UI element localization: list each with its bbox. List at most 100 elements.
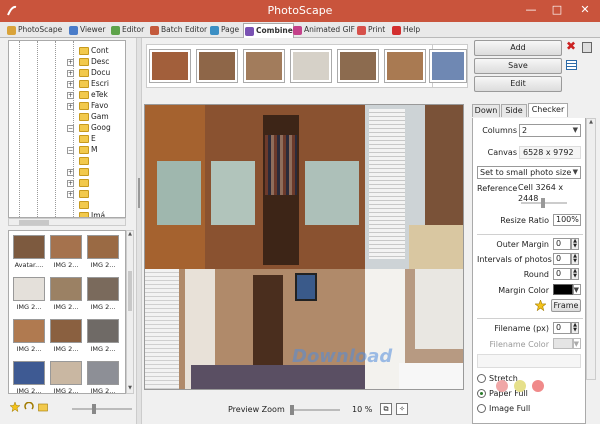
tab-editor[interactable]: Editor xyxy=(110,23,144,38)
tree-expander-icon[interactable]: + xyxy=(67,180,74,187)
resize-ratio-field[interactable]: 100% xyxy=(553,214,581,226)
selected-photos-strip[interactable] xyxy=(146,44,466,88)
tab-down[interactable]: Down xyxy=(472,104,500,117)
minimize-button[interactable]: — xyxy=(518,0,544,20)
tree-horizontal-scrollbar[interactable] xyxy=(8,218,126,226)
intervals-field[interactable]: 0 xyxy=(553,253,571,265)
folder-photo-icon[interactable] xyxy=(38,402,48,412)
tab-combine[interactable]: Combine xyxy=(243,23,294,38)
margin-color-dropdown[interactable]: ▼ xyxy=(573,284,581,295)
scrollbar-thumb[interactable] xyxy=(19,220,49,225)
tab-help[interactable]: Help xyxy=(391,23,420,38)
thumbnail-item[interactable]: IMG 2... xyxy=(48,359,84,393)
image-full-radio[interactable] xyxy=(477,404,486,413)
save-button[interactable]: Save xyxy=(474,58,562,74)
stretch-radio[interactable] xyxy=(477,374,486,383)
tab-photoscape[interactable]: PhotoScape xyxy=(6,23,62,38)
full-size-icon[interactable]: ✧ xyxy=(396,403,408,415)
filename-size-field[interactable]: 0 xyxy=(553,322,571,334)
splitter-grip[interactable] xyxy=(138,178,140,208)
strip-photo-image xyxy=(152,52,188,80)
add-button[interactable]: Add xyxy=(474,40,562,56)
combined-photo[interactable] xyxy=(365,269,463,389)
tree-expander-icon[interactable]: − xyxy=(67,125,74,132)
watermark-dot xyxy=(496,380,508,392)
thumbnail-item[interactable]: IMG 2... xyxy=(48,317,84,357)
columns-select[interactable]: 2 ▼ xyxy=(519,124,581,137)
tab-page[interactable]: Page xyxy=(209,23,239,38)
maximize-button[interactable]: □ xyxy=(544,0,570,20)
tree-expander-icon[interactable]: + xyxy=(67,92,74,99)
tab-print[interactable]: Print xyxy=(356,23,385,38)
settings-scrollbar[interactable]: ▲ xyxy=(586,118,596,380)
frame-button[interactable]: Frame xyxy=(551,299,581,312)
outer-margin-stepper[interactable]: ▲ ▼ xyxy=(571,238,579,250)
combined-photo[interactable] xyxy=(145,269,365,389)
preview-zoom-slider[interactable] xyxy=(290,405,340,415)
filename-color-swatch[interactable] xyxy=(553,338,573,349)
thumbnail-scrollbar[interactable]: ▲ ▼ xyxy=(126,230,134,394)
filename-color-dropdown[interactable]: ▼ xyxy=(573,338,581,349)
strip-photo[interactable] xyxy=(429,49,467,83)
folder-tree[interactable]: Cont + Desc + Docu + Escri + eTek + Favo Gam − Goog E −… xyxy=(8,40,126,218)
tree-expander-icon[interactable]: + xyxy=(67,103,74,110)
combined-photo[interactable] xyxy=(365,105,463,269)
thumbnail-item[interactable]: Avatar.... xyxy=(11,233,47,273)
star-icon[interactable] xyxy=(10,402,20,412)
thumbnail-item[interactable]: IMG 2... xyxy=(48,233,84,273)
thumbnail-item[interactable]: IMG 2... xyxy=(11,359,47,393)
close-button[interactable]: ✕ xyxy=(570,0,600,20)
slider-knob[interactable] xyxy=(92,404,96,414)
strip-photo[interactable] xyxy=(337,49,379,83)
outer-margin-field[interactable]: 0 xyxy=(553,238,571,250)
thumbnail-item[interactable]: IMG 2... xyxy=(48,275,84,315)
strip-photo[interactable] xyxy=(149,49,191,83)
thumbnail-item[interactable]: IMG 2... xyxy=(85,359,121,393)
thumbnail-item[interactable]: IMG 2... xyxy=(85,275,121,315)
edit-button[interactable]: Edit xyxy=(474,76,562,92)
reference-slider[interactable] xyxy=(521,198,567,208)
filename-size-stepper[interactable]: ▲ ▼ xyxy=(571,322,579,334)
intervals-stepper[interactable]: ▲ ▼ xyxy=(571,253,579,265)
tab-side[interactable]: Side xyxy=(501,104,527,117)
fit-icon[interactable]: ⧉ xyxy=(380,403,392,415)
thumbnail-item[interactable]: IMG 2... xyxy=(85,317,121,357)
size-mode-select[interactable]: Set to small photo size ▼ xyxy=(477,166,581,179)
thumbnail-item[interactable]: IMG 2... xyxy=(11,317,47,357)
thumbnail-item[interactable]: IMG 2... xyxy=(85,233,121,273)
trash-icon[interactable] xyxy=(582,42,592,53)
strip-photo[interactable] xyxy=(384,49,426,83)
list-icon[interactable] xyxy=(566,60,577,70)
tree-expander-icon[interactable]: + xyxy=(67,191,74,198)
slider-knob[interactable] xyxy=(290,405,294,415)
tab-checker[interactable]: Checker xyxy=(528,103,568,117)
tree-expander-icon[interactable]: + xyxy=(67,169,74,176)
paper-full-radio[interactable] xyxy=(477,389,486,398)
scroll-down-icon[interactable]: ▼ xyxy=(127,385,133,393)
rotate-icon[interactable] xyxy=(24,402,34,412)
tab-viewer[interactable]: Viewer xyxy=(68,23,106,38)
thumbnail-size-slider[interactable] xyxy=(72,404,132,414)
round-field[interactable]: 0 xyxy=(553,268,571,280)
tree-expander-icon[interactable]: + xyxy=(67,59,74,66)
star-icon[interactable] xyxy=(535,300,546,311)
round-stepper[interactable]: ▲ ▼ xyxy=(571,268,579,280)
margin-color-swatch[interactable] xyxy=(553,284,573,295)
thumbnail-grid[interactable]: Avatar.... IMG 2... IMG 2... IMG 2... IMG 2.… xyxy=(8,230,126,394)
thumbnail-item[interactable]: IMG 2... xyxy=(11,275,47,315)
slider-knob[interactable] xyxy=(541,198,545,208)
tree-expander-icon[interactable]: + xyxy=(67,70,74,77)
tree-expander-icon[interactable]: − xyxy=(67,147,74,154)
scrollbar-thumb[interactable] xyxy=(128,271,132,311)
tab-batch-editor[interactable]: Batch Editor xyxy=(149,23,207,38)
strip-photo[interactable] xyxy=(243,49,285,83)
combined-photo[interactable] xyxy=(145,105,365,269)
scroll-up-icon[interactable]: ▲ xyxy=(127,231,133,239)
tab-animated-gif[interactable]: Animated GIF xyxy=(292,23,355,38)
strip-photo[interactable] xyxy=(196,49,238,83)
tree-expander-icon[interactable]: + xyxy=(67,81,74,88)
scroll-up-icon[interactable]: ▲ xyxy=(587,119,595,125)
selected-photos-strip-end xyxy=(429,44,468,88)
strip-photo[interactable] xyxy=(290,49,332,83)
remove-icon[interactable]: ✖ xyxy=(566,39,576,53)
